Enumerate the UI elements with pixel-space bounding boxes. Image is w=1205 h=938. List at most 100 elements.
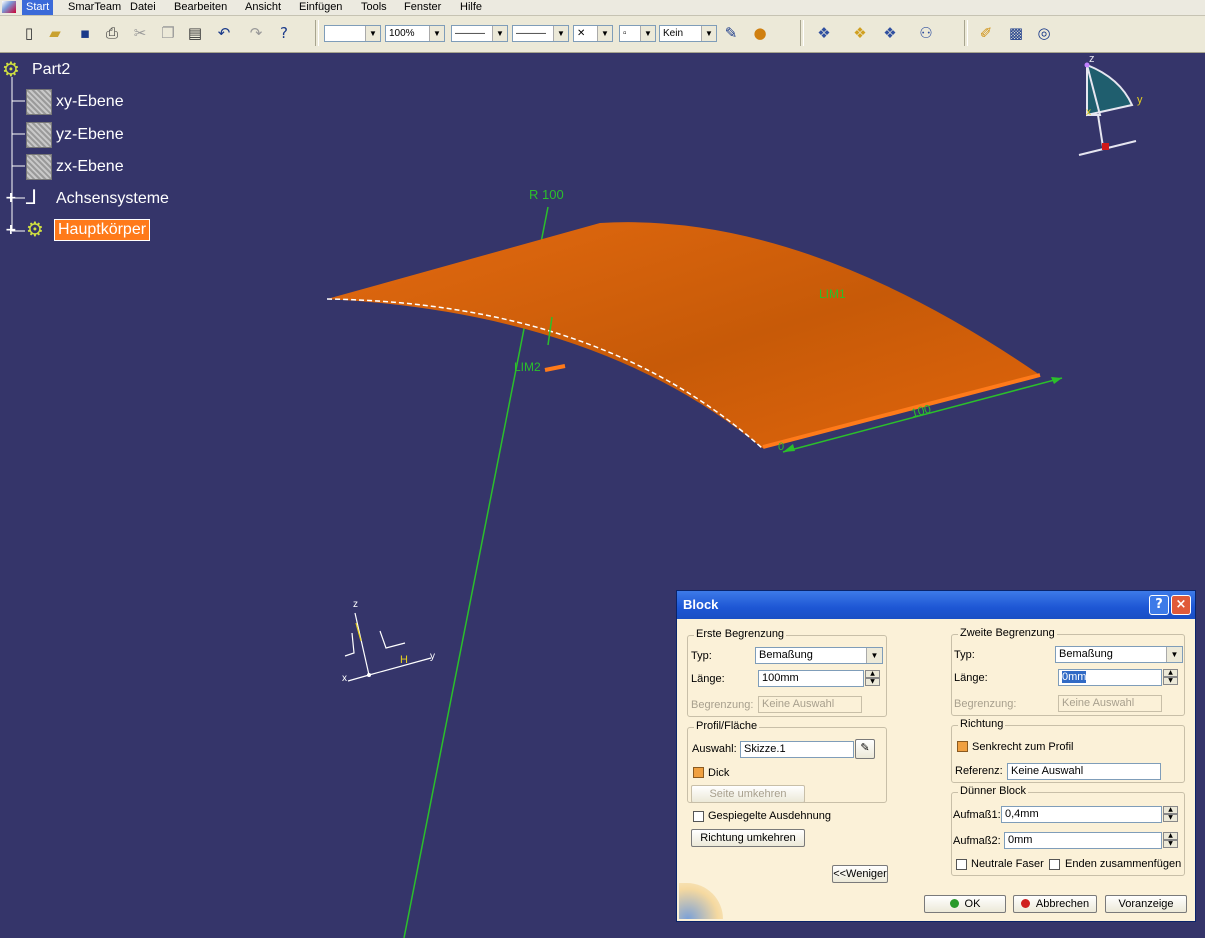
toolbar-separator <box>315 20 319 46</box>
reference-field[interactable]: Keine Auswahl <box>1007 763 1161 780</box>
painter-icon[interactable]: ✎ <box>720 22 742 44</box>
redo-icon[interactable]: ↷ <box>245 22 267 44</box>
part-gear-icon[interactable]: ⚙ <box>2 58 28 84</box>
plane-icon[interactable] <box>26 89 52 115</box>
menu-datei[interactable]: Datei <box>130 0 156 15</box>
analysis-icon[interactable]: ⚇ <box>915 22 937 44</box>
menu-fenster[interactable]: Fenster <box>404 0 441 15</box>
new-file-icon[interactable]: ▯ <box>18 22 40 44</box>
preview-button[interactable]: Voranzeige <box>1105 895 1187 913</box>
compass-y-label: y <box>1137 94 1143 106</box>
extruded-surface[interactable] <box>327 222 1040 448</box>
catia-app-icon[interactable] <box>2 1 16 13</box>
zero-label: 0 <box>778 441 785 453</box>
line-weight-select[interactable]: ——— ▼ <box>512 25 569 42</box>
open-folder-icon[interactable]: ▰ <box>44 22 66 44</box>
menu-einfuegen[interactable]: Einfügen <box>299 0 342 15</box>
thick-checkbox[interactable] <box>693 767 704 778</box>
sketcher-icon[interactable]: ✎ <box>855 739 875 759</box>
inertia-icon[interactable]: ◎ <box>1033 22 1055 44</box>
radius-label[interactable]: R 100 <box>529 187 564 202</box>
help-icon[interactable]: ? <box>1149 595 1169 615</box>
mirrored-extent-checkbox[interactable] <box>693 811 704 822</box>
assembly-icon[interactable]: ❖ <box>879 22 901 44</box>
mirrored-extent-label: Gespiegelte Ausdehnung <box>708 810 831 822</box>
menu-smarteam[interactable]: SmarTeam <box>68 0 121 15</box>
undo-icon[interactable]: ↶ <box>213 22 235 44</box>
second-length-input[interactable]: 0mm <box>1058 669 1162 686</box>
menu-start[interactable]: Start <box>22 0 54 15</box>
first-limit-title: Erste Begrenzung <box>694 628 787 640</box>
thickness1-spinner[interactable]: ▲ ▼ <box>1163 806 1178 823</box>
sketch-icon[interactable]: ✐ <box>975 22 997 44</box>
lim2-handle[interactable] <box>544 364 566 372</box>
first-length-spinner[interactable]: ▲ ▼ <box>865 670 880 687</box>
point-symbol-select[interactable]: ✕ ▼ <box>573 25 613 42</box>
tree-root-part2[interactable]: Part2 <box>32 61 70 79</box>
lim1-label[interactable]: LIM1 <box>819 287 846 301</box>
tree-item-xy-ebene[interactable]: xy-Ebene <box>56 93 124 111</box>
reference-label: Referenz: <box>955 765 1003 777</box>
pattern-select[interactable]: ▫ ▼ <box>619 25 656 42</box>
close-icon[interactable]: × <box>1171 595 1191 615</box>
print-icon[interactable]: ⎙ <box>101 22 123 44</box>
thin-block-title: Dünner Block <box>958 785 1029 797</box>
second-length-spinner[interactable]: ▲ ▼ <box>1163 669 1178 686</box>
first-type-select[interactable]: Bemaßung ▼ <box>755 647 883 664</box>
menu-ansicht[interactable]: Ansicht <box>245 0 281 15</box>
normal-to-profile-checkbox[interactable] <box>957 741 968 752</box>
ok-button[interactable]: OK <box>924 895 1006 913</box>
layer-select[interactable]: Kein ▼ <box>659 25 717 42</box>
catalog-icon[interactable]: ❖ <box>813 22 835 44</box>
tree-item-yz-ebene[interactable]: yz-Ebene <box>56 126 124 144</box>
dimension-arrow <box>783 444 795 452</box>
first-length-input[interactable]: 100mm <box>758 670 864 687</box>
profile-selection-field[interactable]: Skizze.1 <box>740 741 854 758</box>
neutral-fiber-checkbox[interactable] <box>956 859 967 870</box>
lim2-label[interactable]: LIM2 <box>514 360 541 374</box>
less-button[interactable]: <<Weniger <box>832 865 888 883</box>
second-length-label: Länge: <box>954 672 988 684</box>
copy-icon[interactable]: ❐ <box>157 22 179 44</box>
merge-ends-checkbox[interactable] <box>1049 859 1060 870</box>
thickness1-label: Aufmaß1: <box>953 809 1001 821</box>
plane-icon[interactable] <box>26 154 52 180</box>
properties-icon[interactable]: ● <box>749 22 771 44</box>
cut-icon[interactable]: ✂ <box>129 22 151 44</box>
normal-to-profile-label: Senkrecht zum Profil <box>972 741 1074 753</box>
fill-color-select[interactable]: ▼ <box>324 25 381 42</box>
menu-hilfe[interactable]: Hilfe <box>460 0 482 15</box>
expand-plus-icon[interactable]: + <box>5 191 17 205</box>
second-limit-field[interactable]: Keine Auswahl <box>1058 695 1162 712</box>
whats-this-icon[interactable]: ? <box>273 22 295 44</box>
reverse-side-button[interactable]: Seite umkehren <box>691 785 805 803</box>
chevron-down-icon: ▼ <box>640 26 655 41</box>
thickness2-spinner[interactable]: ▲ ▼ <box>1163 832 1178 849</box>
tree-item-zx-ebene[interactable]: zx-Ebene <box>56 158 124 176</box>
expand-plus-icon[interactable]: + <box>5 223 17 237</box>
first-limit-field[interactable]: Keine Auswahl <box>758 696 862 713</box>
reverse-direction-button[interactable]: Richtung umkehren <box>691 829 805 847</box>
toolbar: ▯ ▰ ▪ ⎙ ✂ ❐ ▤ ↶ ↷ ? ▼ 100% ▼ ——— ▼ ——— ▼ ✕ ▼… <box>0 16 1205 53</box>
cancel-button[interactable]: Abbrechen <box>1013 895 1097 913</box>
zoom-select[interactable]: 100% ▼ <box>385 25 445 42</box>
parts-icon[interactable]: ❖ <box>849 22 871 44</box>
menu-tools[interactable]: Tools <box>361 0 387 15</box>
second-type-select[interactable]: Bemaßung ▼ <box>1055 646 1183 663</box>
thickness2-input[interactable]: 0mm <box>1004 832 1162 849</box>
body-gear-icon[interactable]: ⚙ <box>26 217 52 243</box>
menu-bearbeiten[interactable]: Bearbeiten <box>174 0 227 15</box>
second-limit-title: Zweite Begrenzung <box>958 627 1057 639</box>
plane-icon[interactable] <box>26 122 52 148</box>
chevron-down-icon: ▼ <box>492 26 507 41</box>
triad-z-label: z <box>353 599 358 610</box>
triad-x-label: x <box>342 673 347 684</box>
axis-system-icon[interactable]: ⅃ <box>26 185 52 211</box>
tree-item-hauptkoerper[interactable]: Hauptkörper <box>54 219 151 241</box>
save-icon[interactable]: ▪ <box>74 22 96 44</box>
tree-item-achsensysteme[interactable]: Achsensysteme <box>56 190 169 208</box>
thickness1-input[interactable]: 0,4mm <box>1001 806 1162 823</box>
measure-icon[interactable]: ▩ <box>1005 22 1027 44</box>
line-type-select[interactable]: ——— ▼ <box>451 25 508 42</box>
paste-icon[interactable]: ▤ <box>184 22 206 44</box>
